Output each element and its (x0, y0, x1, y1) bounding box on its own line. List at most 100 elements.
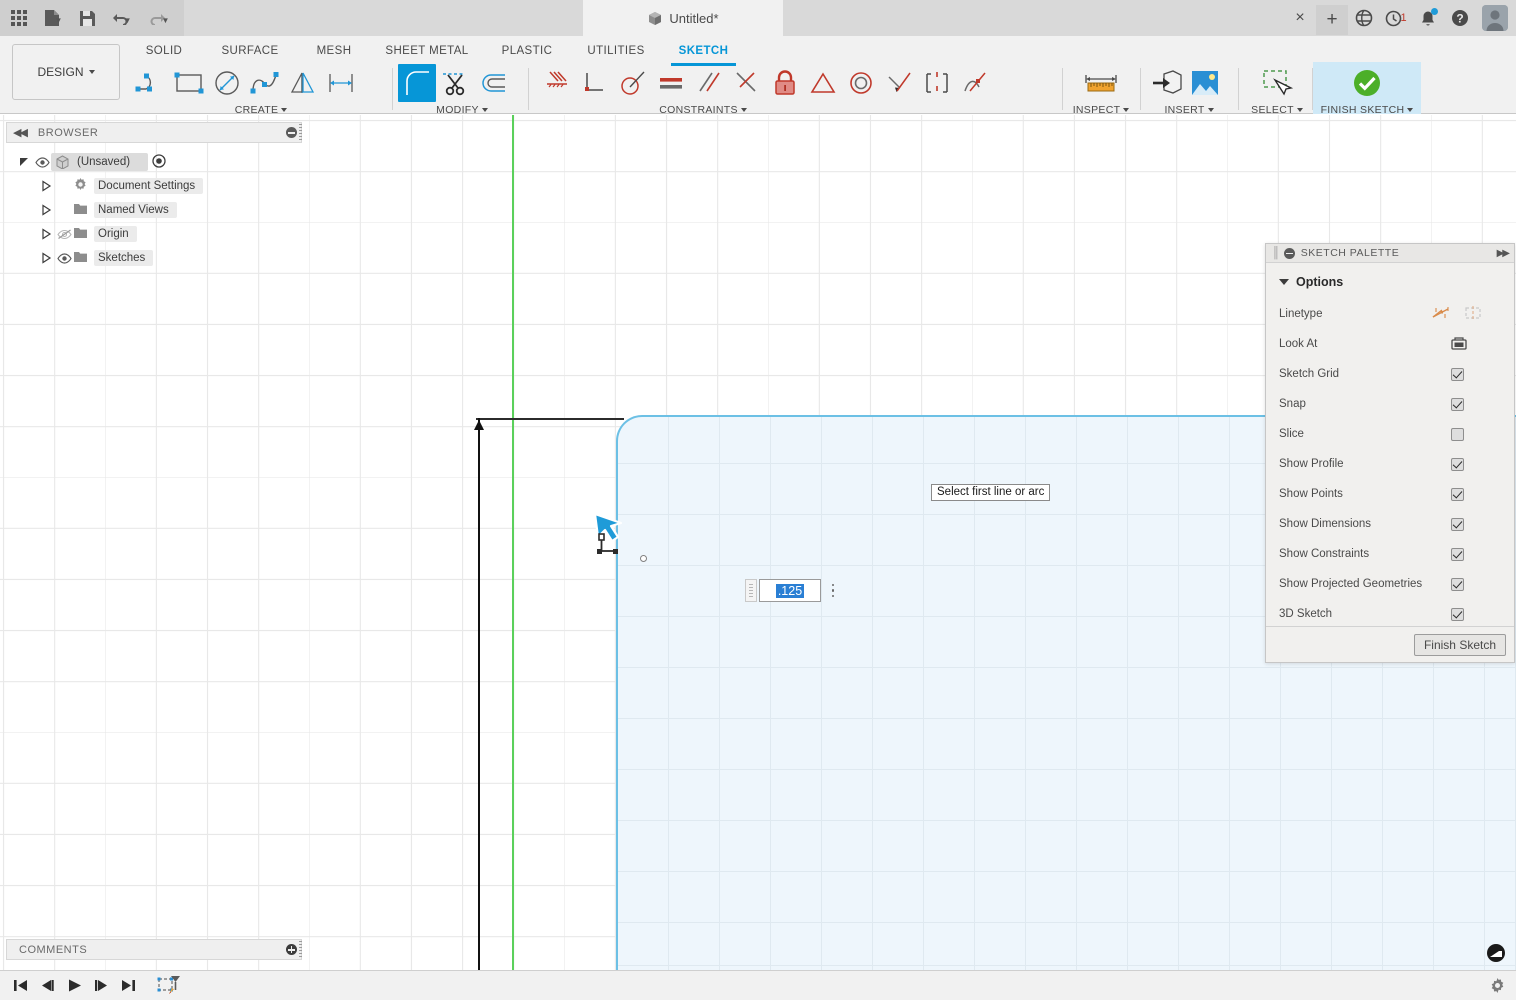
app-grid-icon[interactable] (4, 3, 34, 33)
step-forward-icon[interactable] (89, 973, 114, 999)
panel-resize-grip-icon[interactable] (299, 124, 302, 141)
centerline-linetype-icon[interactable] (1464, 305, 1482, 324)
concentric-icon[interactable] (842, 64, 880, 102)
measure-icon[interactable] (1082, 64, 1120, 102)
new-tab-icon[interactable]: + (1316, 4, 1348, 35)
fix-constrain-icon[interactable] (538, 64, 576, 102)
activate-component-radio[interactable] (152, 153, 166, 171)
close-icon[interactable]: × (1284, 0, 1316, 36)
palette-row-linetype[interactable]: Linetype (1266, 299, 1514, 329)
3d-sketch-checkbox[interactable] (1451, 607, 1464, 621)
workspace-selector[interactable]: DESIGN (12, 44, 120, 100)
perpendicular-icon[interactable] (728, 64, 766, 102)
show-constraints-checkbox[interactable] (1451, 547, 1464, 561)
comments-resize-grip-icon[interactable] (299, 941, 302, 958)
show-profile-checkbox[interactable] (1451, 457, 1464, 471)
insert-canvas-icon[interactable] (1186, 64, 1224, 102)
avatar[interactable] (1482, 5, 1508, 31)
sketch-grid-checkbox[interactable] (1451, 367, 1464, 381)
tab-mesh[interactable]: MESH (300, 39, 368, 63)
chevron-down-icon[interactable]: ▼ (124, 16, 132, 25)
expander-collapsed-icon[interactable] (40, 204, 52, 216)
palette-expand-icon[interactable]: ▶▶ (1497, 248, 1510, 259)
show-points-checkbox[interactable] (1451, 487, 1464, 501)
palette-row-show-points[interactable]: Show Points (1266, 479, 1514, 509)
tree-node-document-settings[interactable]: Document Settings (10, 174, 300, 198)
fillet-icon[interactable] (398, 64, 436, 102)
construction-linetype-icon[interactable] (1432, 305, 1450, 324)
redo-icon[interactable]: ▼ (140, 3, 178, 33)
options-section-header[interactable]: Options (1266, 271, 1514, 299)
fix-unfix-lock-icon[interactable] (766, 64, 804, 102)
expander-expanded-icon[interactable] (18, 156, 30, 168)
look-at-icon[interactable] (1450, 335, 1468, 354)
notifications-bell-icon[interactable] (1412, 0, 1444, 36)
trim-icon[interactable] (436, 64, 474, 102)
play-icon[interactable] (62, 973, 87, 999)
select-window-icon[interactable] (1258, 64, 1296, 102)
autodesk-corner-logo-icon[interactable] (1486, 943, 1508, 968)
palette-grip-icon[interactable]: ║ (1272, 247, 1280, 259)
visibility-eye-off-icon[interactable] (56, 229, 73, 240)
chevron-down-icon[interactable]: ▼ (55, 16, 63, 25)
browser-panel-header[interactable]: ◀◀ BROWSER (6, 122, 302, 143)
sketch-feature-icon[interactable] (155, 973, 185, 999)
snap-checkbox[interactable] (1451, 397, 1464, 411)
minimize-icon[interactable] (286, 127, 297, 138)
tree-label-text[interactable]: Document Settings (94, 178, 204, 194)
expander-collapsed-icon[interactable] (40, 180, 52, 192)
slice-checkbox[interactable] (1451, 427, 1464, 441)
more-options-icon[interactable] (821, 579, 845, 602)
tree-node-origin[interactable]: Origin (10, 222, 300, 246)
equal-icon[interactable] (652, 64, 690, 102)
tree-label-text[interactable]: Sketches (94, 250, 154, 266)
tree-node-sketches[interactable]: Sketches (10, 246, 300, 270)
tree-node-named-views[interactable]: Named Views (10, 198, 300, 222)
palette-row-show-dimensions[interactable]: Show Dimensions (1266, 509, 1514, 539)
expander-collapsed-icon[interactable] (40, 228, 52, 240)
line-icon[interactable] (132, 64, 170, 102)
comments-panel-header[interactable]: COMMENTS (6, 939, 302, 960)
palette-row-slice[interactable]: Slice (1266, 419, 1514, 449)
symmetry-icon[interactable] (918, 64, 956, 102)
spline-icon[interactable] (246, 64, 284, 102)
sketch-palette-header[interactable]: ║ SKETCH PALETTE ▶▶ (1266, 244, 1514, 263)
curvature-icon[interactable] (956, 64, 994, 102)
visibility-eye-icon[interactable] (34, 156, 51, 168)
palette-row-look-at[interactable]: Look At (1266, 329, 1514, 359)
tab-utilities[interactable]: UTILITIES (574, 39, 658, 63)
tree-label-text[interactable]: Origin (94, 226, 137, 242)
palette-row-snap[interactable]: Snap (1266, 389, 1514, 419)
tree-node-label[interactable]: (Unsaved) (51, 153, 149, 171)
chevron-down-icon[interactable]: ▼ (162, 16, 170, 25)
add-comment-icon[interactable] (286, 944, 297, 955)
dimension-input-field[interactable]: .125 (759, 579, 821, 602)
palette-row-show-constraints[interactable]: Show Constraints (1266, 539, 1514, 569)
job-status-clock-icon[interactable]: 1 (1380, 0, 1412, 36)
collapse-left-icon[interactable]: ◀◀ (13, 126, 28, 139)
tree-node-unsaved[interactable]: (Unsaved) (10, 150, 300, 174)
sketch-point-icon[interactable] (640, 555, 647, 562)
tab-surface[interactable]: SURFACE (206, 39, 294, 63)
undo-icon[interactable]: ▼ (102, 3, 140, 33)
rectangle-icon[interactable] (170, 64, 208, 102)
world-icon[interactable] (1348, 0, 1380, 36)
show-dimensions-checkbox[interactable] (1451, 517, 1464, 531)
offset-icon[interactable] (474, 64, 512, 102)
circle-icon[interactable] (208, 64, 246, 102)
visibility-eye-icon[interactable] (56, 252, 73, 264)
step-back-icon[interactable] (35, 973, 60, 999)
parallel-icon[interactable] (690, 64, 728, 102)
timeline-settings-gear-icon[interactable] (1489, 977, 1506, 999)
tab-solid[interactable]: SOLID (130, 39, 198, 63)
palette-row-show-projected-geometries[interactable]: Show Projected Geometries (1266, 569, 1514, 599)
document-tab[interactable]: Untitled* (583, 0, 783, 36)
insert-derive-icon[interactable] (1148, 64, 1186, 102)
tab-sketch[interactable]: SKETCH (671, 39, 736, 66)
file-icon[interactable]: ▼ (34, 3, 72, 33)
finish-sketch-button[interactable]: Finish Sketch (1413, 633, 1506, 656)
go-to-beginning-icon[interactable] (8, 973, 33, 999)
mirror-icon[interactable] (284, 64, 322, 102)
finish-sketch-check-icon[interactable] (1348, 64, 1386, 102)
help-icon[interactable]: ? (1444, 0, 1476, 36)
